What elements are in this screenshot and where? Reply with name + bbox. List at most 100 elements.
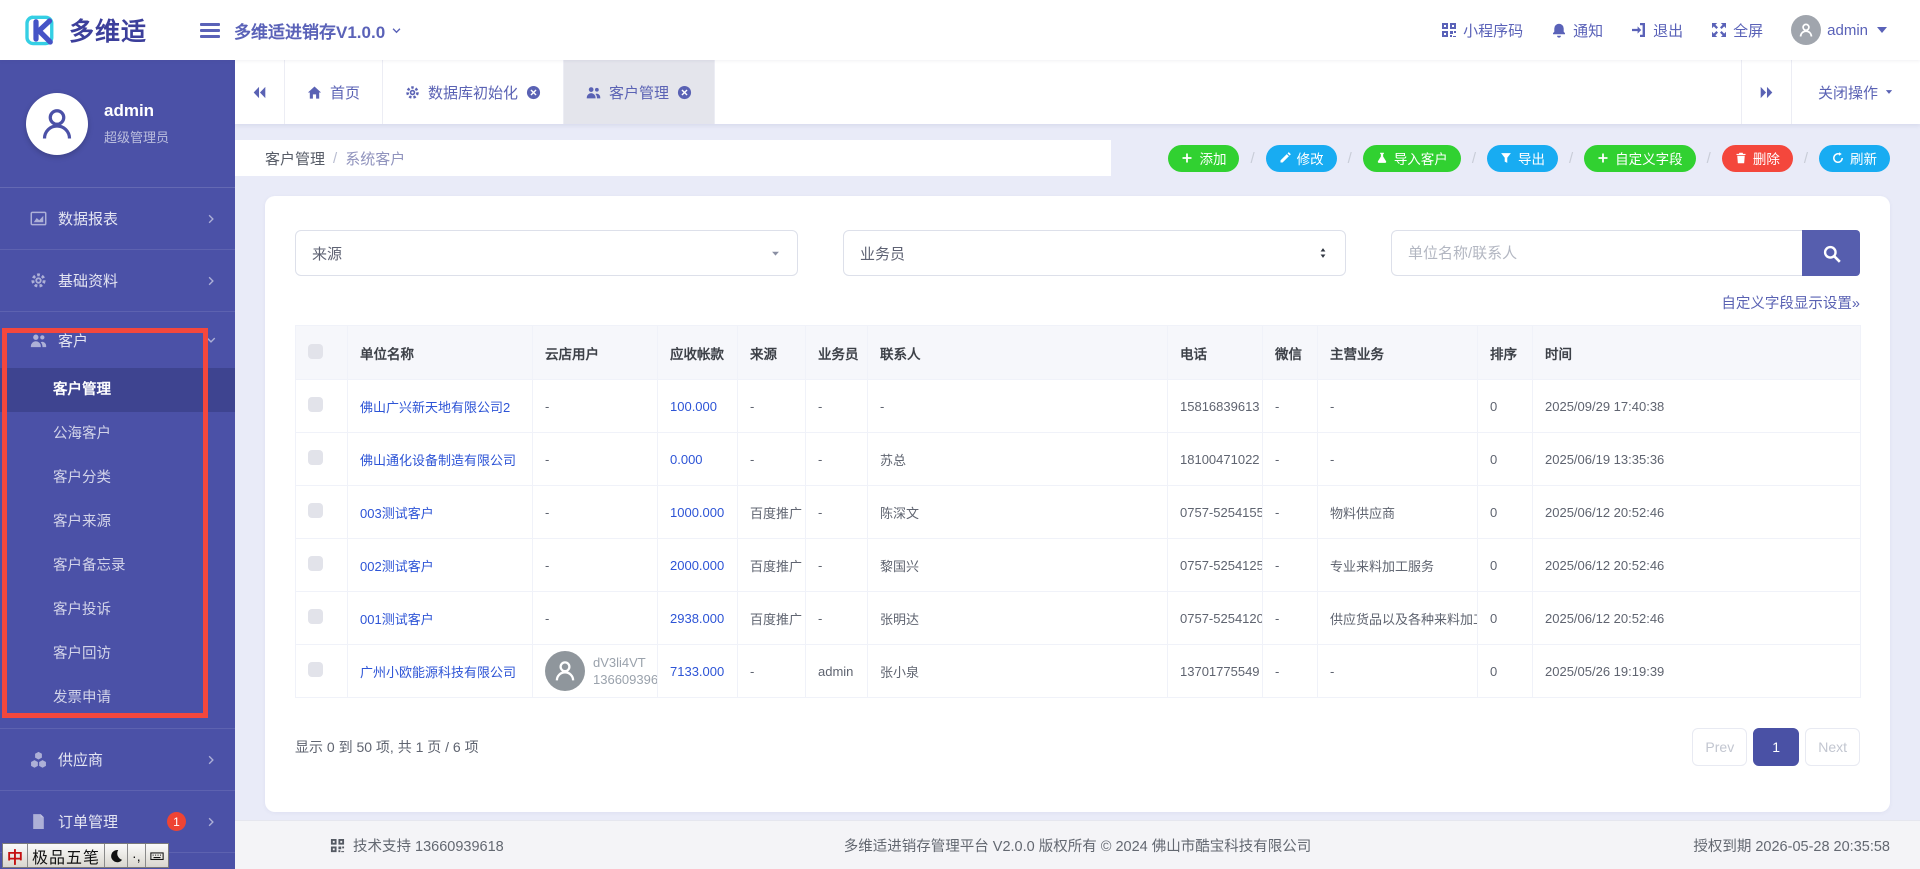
- miniprogram-qr-button[interactable]: 小程序码: [1441, 20, 1523, 41]
- tabs-scroll-left-button[interactable]: [235, 60, 285, 124]
- sidebar-item-3[interactable]: 供应商: [0, 729, 235, 791]
- toolbar-button-label: 自定义字段: [1615, 148, 1683, 168]
- company-link[interactable]: 002测试客户: [348, 539, 533, 592]
- company-link[interactable]: 001测试客户: [348, 592, 533, 645]
- tab-db-init[interactable]: 数据库初始化: [383, 60, 564, 124]
- row-checkbox[interactable]: [308, 556, 323, 571]
- cell-source: -: [738, 380, 806, 433]
- ime-name-label: 极品五笔: [28, 844, 105, 867]
- search-button[interactable]: [1802, 230, 1860, 276]
- fullscreen-button[interactable]: 全屏: [1711, 20, 1763, 41]
- receivable-link[interactable]: 2938.000: [658, 592, 738, 645]
- toolbar-button-5[interactable]: 删除: [1722, 145, 1793, 172]
- next-page-button[interactable]: Next: [1805, 728, 1860, 766]
- toolbar-button-label: 添加: [1199, 148, 1226, 168]
- row-checkbox[interactable]: [308, 450, 323, 465]
- company-link[interactable]: 003测试客户: [348, 486, 533, 539]
- cell-wechat: -: [1263, 433, 1318, 486]
- sidebar-subitem-2-7[interactable]: 发票申请: [0, 676, 235, 720]
- toolbar-separator: /: [1569, 150, 1573, 167]
- sidebar-item-2[interactable]: 客户: [0, 312, 235, 368]
- ime-language-button[interactable]: 中: [3, 844, 28, 867]
- sidebar-item-1[interactable]: 基础资料: [0, 250, 235, 312]
- cell-wechat: -: [1263, 380, 1318, 433]
- cell-cloud_user: -: [533, 433, 658, 486]
- row-checkbox[interactable]: [308, 662, 323, 677]
- logout-button[interactable]: 退出: [1631, 20, 1683, 41]
- chevron-right-icon: [205, 213, 217, 225]
- plus-icon: [1597, 152, 1609, 164]
- tab-home[interactable]: 首页: [285, 60, 383, 124]
- toolbar-button-0[interactable]: 添加: [1168, 145, 1239, 172]
- ime-punctuation-button[interactable]: ·,: [128, 844, 146, 867]
- company-link[interactable]: 广州小欧能源科技有限公司: [348, 645, 533, 698]
- app-footer: 技术支持 13660939618 多维适进销存管理平台 V2.0.0 版权所有 …: [235, 820, 1920, 869]
- company-link[interactable]: 佛山通化设备制造有限公司: [348, 433, 533, 486]
- sidebar-subitem-2-2[interactable]: 客户分类: [0, 456, 235, 500]
- pencil-icon: [1279, 152, 1291, 164]
- receivable-link[interactable]: 1000.000: [658, 486, 738, 539]
- flask-icon: [1376, 152, 1388, 164]
- cell-business: -: [1318, 645, 1478, 698]
- row-checkbox[interactable]: [308, 609, 323, 624]
- users-icon: [586, 85, 601, 100]
- ime-toolbar[interactable]: 中 极品五笔 ·,: [2, 843, 169, 868]
- cell-time: 2025/06/12 20:52:46: [1533, 592, 1861, 645]
- custom-fields-display-link[interactable]: 自定义字段显示设置»: [1721, 296, 1860, 312]
- sidebar-item-0[interactable]: 数据报表: [0, 188, 235, 250]
- app-title-text: 多维适进销存V1.0.0: [234, 18, 385, 43]
- toolbar-button-4[interactable]: 自定义字段: [1584, 145, 1696, 172]
- receivable-link[interactable]: 7133.000: [658, 645, 738, 698]
- qrcode-icon: [330, 838, 345, 853]
- row-checkbox[interactable]: [308, 503, 323, 518]
- tabs-scroll-right-button[interactable]: [1741, 60, 1791, 124]
- sidebar-subitem-2-4[interactable]: 客户备忘录: [0, 544, 235, 588]
- toolbar-button-6[interactable]: 刷新: [1819, 145, 1890, 172]
- receivable-link[interactable]: 100.000: [658, 380, 738, 433]
- toolbar-button-3[interactable]: 导出: [1487, 145, 1558, 172]
- footer-support-text: 技术支持 13660939618: [353, 835, 504, 856]
- notifications-button[interactable]: 通知: [1551, 20, 1603, 41]
- toolbar-button-1[interactable]: 修改: [1266, 145, 1337, 172]
- user-menu[interactable]: admin: [1791, 15, 1890, 45]
- close-operations-dropdown[interactable]: 关闭操作: [1791, 60, 1920, 124]
- toolbar-button-label: 删除: [1753, 148, 1780, 168]
- cell-source: -: [738, 645, 806, 698]
- receivable-link[interactable]: 2000.000: [658, 539, 738, 592]
- cell-phone: 13701775549: [1168, 645, 1263, 698]
- tab-customer-mgmt[interactable]: 客户管理: [564, 60, 715, 124]
- sidebar-subitem-2-3[interactable]: 客户来源: [0, 500, 235, 544]
- menu-toggle-icon[interactable]: [200, 23, 220, 38]
- cell-contact: 张小泉: [868, 645, 1168, 698]
- keyboard-icon[interactable]: [146, 844, 168, 867]
- cell-sort: 0: [1478, 433, 1533, 486]
- toolbar-separator: /: [1472, 150, 1476, 167]
- select-all-checkbox[interactable]: [308, 344, 323, 359]
- sidebar-subitem-2-1[interactable]: 公海客户: [0, 412, 235, 456]
- page-1-button[interactable]: 1: [1753, 728, 1799, 766]
- breadcrumb: 客户管理 / 系统客户: [235, 148, 405, 169]
- cell-wechat: -: [1263, 539, 1318, 592]
- row-checkbox[interactable]: [308, 397, 323, 412]
- cell-business: 专业来料加工服务: [1318, 539, 1478, 592]
- chevron-right-icon: [205, 754, 217, 766]
- company-link[interactable]: 佛山广兴新天地有限公司2: [348, 380, 533, 433]
- close-tab-icon[interactable]: [526, 85, 541, 100]
- sidebar-menu: 数据报表基础资料客户客户管理公海客户客户分类客户来源客户备忘录客户投诉客户回访发…: [0, 188, 235, 853]
- sidebar-subitem-2-0[interactable]: 客户管理: [0, 368, 235, 412]
- salesman-filter-select[interactable]: 业务员: [843, 230, 1346, 276]
- prev-page-button[interactable]: Prev: [1692, 728, 1747, 766]
- app-title[interactable]: 多维适进销存V1.0.0: [234, 18, 402, 43]
- toolbar-button-label: 导入客户: [1394, 148, 1448, 168]
- moon-icon[interactable]: [105, 844, 128, 867]
- notifications-label: 通知: [1573, 20, 1603, 41]
- close-tab-icon[interactable]: [677, 85, 692, 100]
- sidebar-subitem-2-5[interactable]: 客户投诉: [0, 588, 235, 632]
- toolbar-button-2[interactable]: 导入客户: [1363, 145, 1461, 172]
- source-filter-select[interactable]: 来源: [295, 230, 798, 276]
- receivable-link[interactable]: 0.000: [658, 433, 738, 486]
- search-input[interactable]: [1391, 230, 1802, 276]
- column-header-6: 电话: [1168, 326, 1263, 380]
- user-avatar: [1791, 15, 1821, 45]
- sidebar-subitem-2-6[interactable]: 客户回访: [0, 632, 235, 676]
